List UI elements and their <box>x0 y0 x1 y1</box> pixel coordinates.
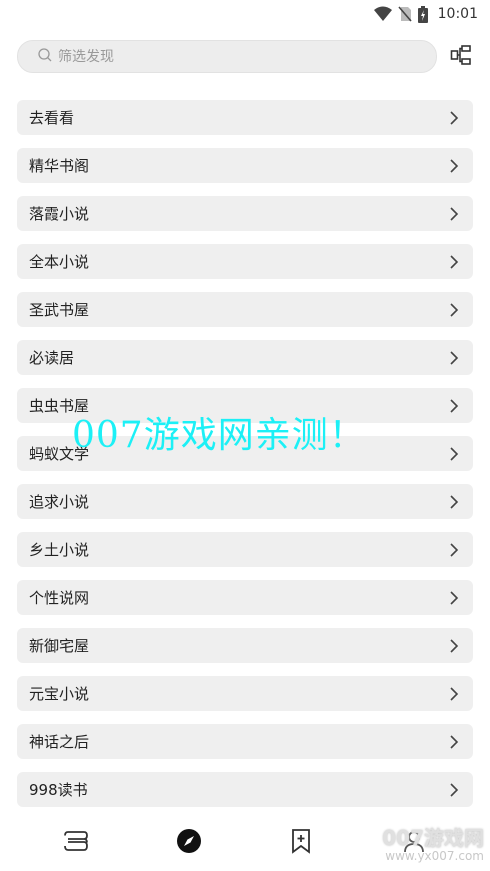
nav-explore[interactable] <box>169 823 209 863</box>
search-icon <box>38 47 52 66</box>
list-item[interactable]: 落霞小说 <box>17 196 473 231</box>
list-item[interactable]: 998读书 <box>17 772 473 807</box>
list-item-label: 圣武书屋 <box>29 301 90 319</box>
list-item-label: 个性说网 <box>29 589 90 607</box>
list-item[interactable]: 蚂蚁文学 <box>17 436 473 471</box>
list-item[interactable]: 神话之后 <box>17 724 473 759</box>
search-input[interactable] <box>58 48 418 65</box>
list-item-label: 精华书阁 <box>29 157 90 175</box>
list-item-label: 虫虫书屋 <box>29 397 90 415</box>
list-item-label: 必读居 <box>29 349 75 367</box>
list-item-label: 998读书 <box>29 781 88 799</box>
chevron-right-icon <box>449 446 459 461</box>
chevron-right-icon <box>449 686 459 701</box>
chevron-right-icon <box>449 782 459 797</box>
chevron-right-icon <box>449 206 459 221</box>
status-time: 10:01 <box>437 6 478 22</box>
list-item-label: 追求小说 <box>29 493 90 511</box>
chevron-right-icon <box>449 542 459 557</box>
list-item-label: 乡土小说 <box>29 541 90 559</box>
discover-screen: 10:01 去看看精华书阁落霞小说全本小说圣武书屋 必读居虫虫书屋蚂蚁文学追求小… <box>0 0 490 871</box>
chevron-right-icon <box>449 590 459 605</box>
explore-compass-icon <box>176 828 202 858</box>
search-row <box>17 40 478 73</box>
bottom-nav <box>0 815 490 871</box>
chevron-right-icon <box>449 398 459 413</box>
list-item-label: 元宝小说 <box>29 685 90 703</box>
list-item[interactable]: 元宝小说 <box>17 676 473 711</box>
chevron-right-icon <box>449 158 459 173</box>
list-item[interactable]: 乡土小说 <box>17 532 473 567</box>
list-item[interactable]: 去看看 <box>17 100 473 135</box>
list-item[interactable]: 追求小说 <box>17 484 473 519</box>
no-sim-icon <box>398 6 412 22</box>
nav-profile[interactable] <box>394 823 434 863</box>
layout-toggle-icon <box>450 44 472 70</box>
list-item[interactable]: 精华书阁 <box>17 148 473 183</box>
list-item-label: 新御宅屋 <box>29 637 90 655</box>
list-item[interactable]: 全本小说 <box>17 244 473 279</box>
chevron-right-icon <box>449 110 459 125</box>
bookshelf-icon <box>63 829 89 857</box>
chevron-right-icon <box>449 302 459 317</box>
chevron-right-icon <box>449 350 459 365</box>
nav-bookshelf[interactable] <box>56 823 96 863</box>
list-item[interactable]: 必读居 <box>17 340 473 375</box>
list-item-label: 落霞小说 <box>29 205 90 223</box>
list-item[interactable]: 个性说网 <box>17 580 473 615</box>
battery-charging-icon <box>417 5 428 23</box>
list-item[interactable]: 新御宅屋 <box>17 628 473 663</box>
chevron-right-icon <box>449 494 459 509</box>
list-item[interactable]: 虫虫书屋 <box>17 388 473 423</box>
list-item[interactable]: 圣武书屋 <box>17 292 473 327</box>
profile-icon <box>402 829 426 857</box>
bookmark-add-icon <box>290 828 312 858</box>
status-bar: 10:01 <box>0 0 490 28</box>
source-list: 去看看 精华书阁 落霞小说 全本小说 圣武书屋 必读居 虫虫书屋 蚂蚁文学 追求小说 乡土小说 … <box>17 100 473 820</box>
search-box[interactable] <box>17 40 437 73</box>
list-item-label: 全本小说 <box>29 253 90 271</box>
list-item-label: 神话之后 <box>29 733 90 751</box>
nav-bookmarks[interactable] <box>281 823 321 863</box>
chevron-right-icon <box>449 638 459 653</box>
chevron-right-icon <box>449 254 459 269</box>
layout-toggle-button[interactable] <box>448 44 474 70</box>
wifi-icon <box>373 6 392 22</box>
chevron-right-icon <box>449 734 459 749</box>
list-item-label: 去看看 <box>29 109 75 127</box>
list-item-label: 蚂蚁文学 <box>29 445 90 463</box>
